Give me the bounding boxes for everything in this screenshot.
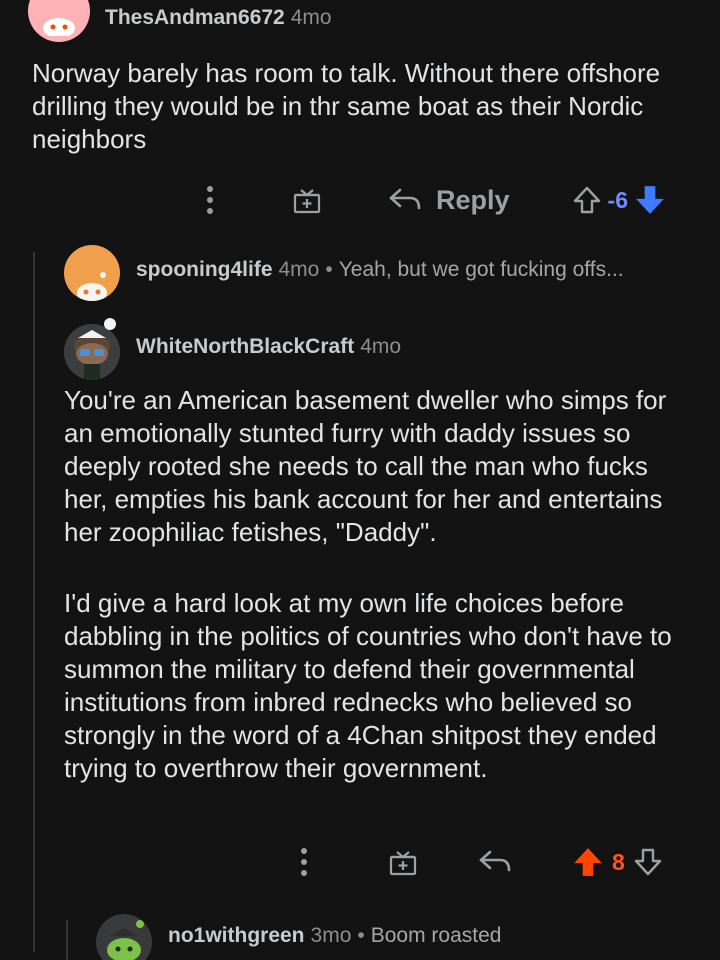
upvote-button[interactable] (572, 185, 602, 215)
thread-line[interactable] (33, 252, 35, 952)
reply-arrow-icon (479, 850, 511, 872)
username[interactable]: spooning4life (136, 258, 273, 281)
comment-preview: Yeah, but we got fucking offs... (338, 258, 624, 281)
online-status-dot (104, 318, 116, 330)
separator: • (357, 924, 365, 947)
reply-arrow-icon (389, 188, 421, 210)
comment-actions: 8 (294, 842, 663, 882)
comment-meta: ThesAndman6672 4mo (105, 6, 332, 30)
collapsed-comment: no1withgreen 3mo • Boom roasted (168, 924, 501, 948)
comment-meta: WhiteNorthBlackCraft 4mo (136, 335, 401, 359)
username[interactable]: WhiteNorthBlackCraft (136, 335, 354, 358)
upvote-button[interactable] (572, 846, 604, 878)
vote-score: 8 (612, 848, 625, 875)
reply-button[interactable]: Reply (388, 185, 510, 216)
user-avatar[interactable] (64, 245, 120, 301)
downvote-button[interactable] (634, 184, 666, 216)
reply-button[interactable] (478, 847, 512, 877)
username[interactable]: no1withgreen (168, 924, 305, 947)
vote-score: -6 (607, 186, 628, 213)
downvote-arrow-icon (636, 186, 664, 214)
comment-body: You're an American basement dweller who … (64, 384, 694, 823)
more-options-icon[interactable] (200, 180, 220, 220)
downvote-button[interactable] (633, 847, 663, 877)
more-options-icon[interactable] (294, 842, 314, 882)
reply-label: Reply (436, 184, 510, 215)
user-avatar[interactable] (96, 914, 152, 960)
snoo-avatar-icon (43, 18, 75, 36)
username[interactable]: ThesAndman6672 (105, 6, 285, 29)
user-avatar[interactable] (28, 0, 90, 42)
downvote-arrow-icon (634, 848, 661, 876)
comment-age: 3mo (310, 924, 352, 947)
separator: • (325, 258, 333, 281)
comment-paragraph: I'd give a hard look at my own life choi… (64, 588, 672, 783)
collapsed-comment: spooning4life 4mo • Yeah, but we got fuckin… (136, 258, 624, 282)
upvote-arrow-icon (574, 848, 602, 876)
snoo-avatar-icon (77, 272, 107, 301)
thread-line[interactable] (66, 920, 68, 960)
user-avatar[interactable] (64, 324, 120, 380)
snoo-avatar-icon (64, 324, 120, 380)
upvote-arrow-icon (573, 186, 600, 214)
comment-paragraph: You're an American basement dweller who … (64, 385, 667, 547)
comment-age: 4mo (360, 335, 402, 358)
comment-actions: Reply -6 (200, 180, 666, 220)
snoo-avatar-icon (107, 920, 144, 960)
comment-thread: ThesAndman6672 4mo Norway barely has room… (0, 0, 720, 960)
comment-body: Norway barely has room to talk. Without … (32, 58, 661, 154)
comment-preview: Boom roasted (370, 924, 502, 947)
gift-award-icon[interactable] (386, 845, 420, 879)
gift-award-icon[interactable] (290, 183, 324, 217)
comment-age: 4mo (278, 258, 320, 281)
comment-age: 4mo (290, 6, 332, 29)
